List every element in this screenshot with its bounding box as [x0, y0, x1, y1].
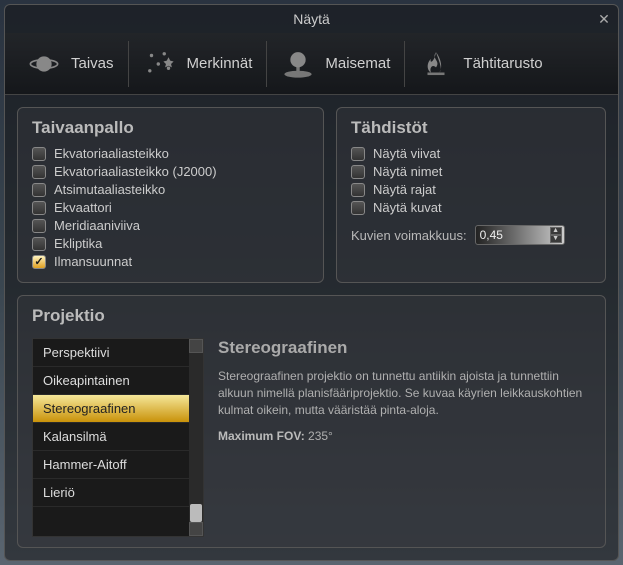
- sky-option-label: Atsimutaaliasteikko: [54, 182, 165, 197]
- constellation-option-row: Näytä kuvat: [351, 200, 591, 215]
- constellation-option-checkbox[interactable]: [351, 165, 365, 179]
- sky-option-row: Ekliptika: [32, 236, 309, 251]
- projection-item[interactable]: Hammer-Aitoff: [33, 451, 203, 479]
- scroll-up-button[interactable]: [189, 339, 203, 353]
- sky-option-row: ✓ Ilmansuunnat: [32, 254, 309, 269]
- tab-label: Tähtitarusto: [463, 55, 542, 72]
- projection-item[interactable]: Stereograafinen: [33, 395, 203, 423]
- sky-option-label: Ekvatoriaaliasteikko: [54, 146, 169, 161]
- constellation-option-row: Näytä viivat: [351, 146, 591, 161]
- constellation-option-checkbox[interactable]: [351, 147, 365, 161]
- sky-option-label: Ekvaattori: [54, 200, 112, 215]
- sky-option-label: Ekliptika: [54, 236, 102, 251]
- tab-sky[interactable]: Taivas: [13, 41, 129, 87]
- constellation-option-row: Näytä rajat: [351, 182, 591, 197]
- sky-option-row: Meridiaaniviiva: [32, 218, 309, 233]
- sky-option-checkbox[interactable]: [32, 201, 46, 215]
- scroll-thumb[interactable]: [190, 504, 202, 522]
- sky-option-checkbox[interactable]: [32, 147, 46, 161]
- projection-panel: Projektio PerspektiiviOikeapintainenSter…: [17, 295, 606, 548]
- sky-option-row: Ekvaattori: [32, 200, 309, 215]
- sky-option-checkbox[interactable]: ✓: [32, 255, 46, 269]
- sky-option-checkbox[interactable]: [32, 165, 46, 179]
- panel-title: Projektio: [32, 306, 591, 326]
- scroll-down-button[interactable]: [189, 522, 203, 536]
- view-dialog: Näytä ✕ Taivas Merkinnät Maisemat Täht: [4, 4, 619, 561]
- planet-icon: [27, 47, 61, 81]
- window-title: Näytä: [293, 11, 330, 27]
- scrollbar[interactable]: [189, 339, 203, 536]
- brightness-input[interactable]: [476, 228, 536, 242]
- constellation-option-label: Näytä kuvat: [373, 200, 442, 215]
- panel-title: Tähdistöt: [351, 118, 591, 138]
- sky-option-label: Ekvatoriaaliasteikko (J2000): [54, 164, 217, 179]
- constellation-option-checkbox[interactable]: [351, 183, 365, 197]
- sky-option-label: Ilmansuunnat: [54, 254, 132, 269]
- constellation-option-label: Näytä nimet: [373, 164, 442, 179]
- sky-option-row: Ekvatoriaaliasteikko: [32, 146, 309, 161]
- projection-list[interactable]: PerspektiiviOikeapintainenStereograafine…: [32, 338, 204, 537]
- sky-option-row: Ekvatoriaaliasteikko (J2000): [32, 164, 309, 179]
- brightness-label: Kuvien voimakkuus:: [351, 228, 467, 243]
- constellation-option-label: Näytä rajat: [373, 182, 436, 197]
- titlebar: Näytä ✕: [5, 5, 618, 33]
- projection-description: Stereograafinen Stereograafinen projekti…: [218, 338, 591, 537]
- projection-item[interactable]: Lieriö: [33, 479, 203, 507]
- constellation-option-label: Näytä viivat: [373, 146, 440, 161]
- fire-icon: [419, 47, 453, 81]
- check-icon: ✓: [34, 255, 43, 268]
- tab-starlore[interactable]: Tähtitarusto: [405, 41, 556, 87]
- projection-desc-title: Stereograafinen: [218, 338, 591, 358]
- constellation-option-checkbox[interactable]: [351, 201, 365, 215]
- brightness-spinbox[interactable]: ▲ ▼: [475, 225, 565, 245]
- constellations-panel: Tähdistöt Näytä viivat Näytä nimet Näytä r…: [336, 107, 606, 283]
- tab-label: Maisemat: [325, 55, 390, 72]
- close-button[interactable]: ✕: [596, 11, 612, 27]
- tab-markings[interactable]: Merkinnät: [129, 41, 268, 87]
- celestial-sphere-panel: Taivaanpallo Ekvatoriaaliasteikko Ekvator…: [17, 107, 324, 283]
- sky-option-checkbox[interactable]: [32, 183, 46, 197]
- stars-icon: [143, 47, 177, 81]
- spin-down[interactable]: ▼: [550, 235, 562, 243]
- content-area: Taivaanpallo Ekvatoriaaliasteikko Ekvator…: [5, 95, 618, 560]
- sky-option-label: Meridiaaniviiva: [54, 218, 140, 233]
- sky-option-checkbox[interactable]: [32, 219, 46, 233]
- projection-item[interactable]: Perspektiivi: [33, 339, 203, 367]
- tab-label: Taivas: [71, 55, 114, 72]
- tabbar: Taivas Merkinnät Maisemat Tähtitarusto: [5, 33, 618, 95]
- sky-option-row: Atsimutaaliasteikko: [32, 182, 309, 197]
- fov-label: Maximum FOV:: [218, 429, 305, 443]
- sky-option-checkbox[interactable]: [32, 237, 46, 251]
- projection-desc-body: Stereograafinen projektio on tunnettu an…: [218, 368, 591, 418]
- fov-value: 235°: [308, 429, 333, 443]
- projection-item[interactable]: Oikeapintainen: [33, 367, 203, 395]
- panel-title: Taivaanpallo: [32, 118, 309, 138]
- tree-icon: [281, 47, 315, 81]
- projection-item[interactable]: Kalansilmä: [33, 423, 203, 451]
- tab-landscape[interactable]: Maisemat: [267, 41, 405, 87]
- tab-label: Merkinnät: [187, 55, 253, 72]
- spin-up[interactable]: ▲: [550, 227, 562, 235]
- constellation-option-row: Näytä nimet: [351, 164, 591, 179]
